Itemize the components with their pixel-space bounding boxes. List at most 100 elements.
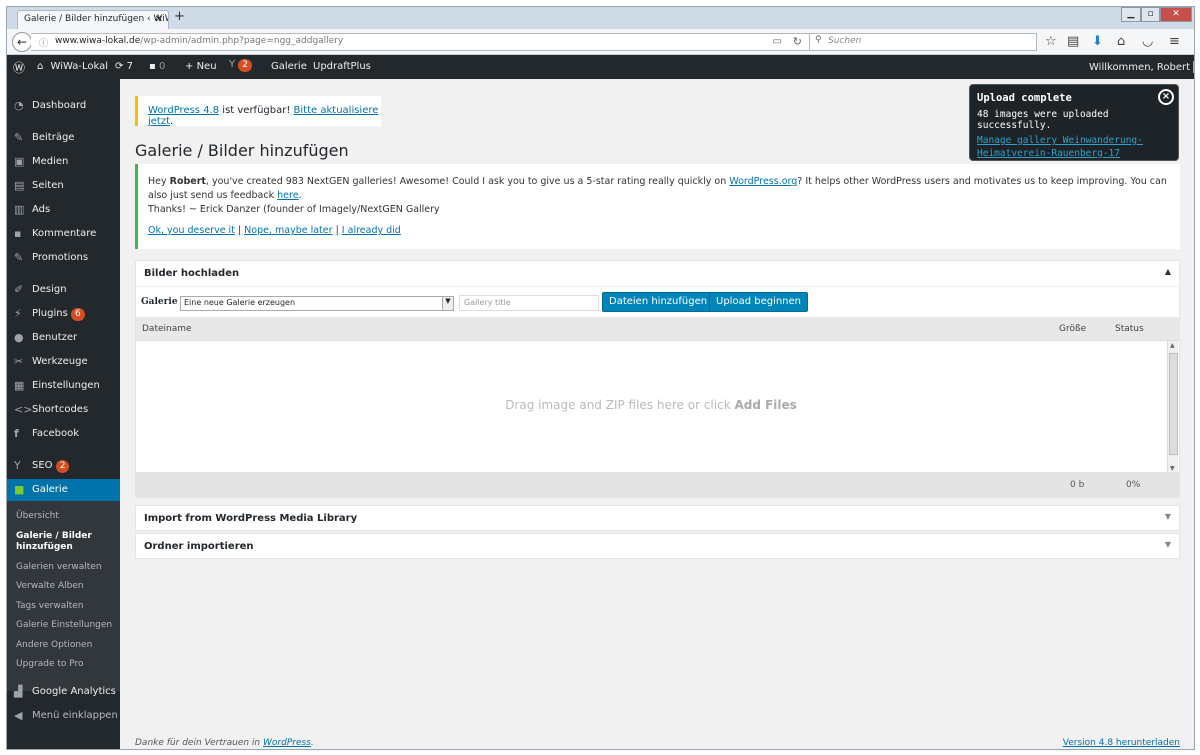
updates-icon: ⟳ xyxy=(115,61,127,72)
sidebar-item-shortcodes[interactable]: <> Shortcodes xyxy=(7,399,120,421)
sidebar-item-dashboard[interactable]: ◔ Dashboard xyxy=(7,95,120,117)
home-icon[interactable]: ⌂ xyxy=(1117,34,1125,50)
import-folder-panel[interactable]: Ordner importieren ▼ xyxy=(135,533,1180,559)
sidebar-item-galerie[interactable]: ■ Galerie xyxy=(7,479,120,501)
total-percent: 0% xyxy=(1126,480,1141,490)
sidebar-item-seo[interactable]: Y SEO 2 xyxy=(7,455,120,477)
start-upload-button[interactable]: Upload beginnen xyxy=(709,292,809,312)
gallery-title-input[interactable]: Gallery title xyxy=(459,295,599,311)
sidebar-item-google-analytics[interactable]: ▟ Google Analytics xyxy=(7,681,120,703)
gallery-select[interactable]: Eine neue Galerie erzeugen ▼ xyxy=(180,296,454,311)
footer-wordpress-link[interactable]: WordPress xyxy=(263,738,311,748)
manage-gallery-link[interactable]: Manage gallery Weinwanderung-Heimatverei… xyxy=(977,134,1147,160)
reader-icon[interactable]: ▭ xyxy=(773,36,782,47)
sidebar-item-werkzeuge[interactable]: ✂ Werkzeuge xyxy=(7,351,120,373)
sidebar-item-beitraege[interactable]: ✎ Beiträge xyxy=(7,127,120,149)
sidebar-item-label: Promotions xyxy=(32,252,89,263)
wordpress-org-link[interactable]: WordPress.org xyxy=(729,176,797,187)
welcome-link[interactable]: Willkommen, Robert xyxy=(1089,61,1194,73)
rate-done-link[interactable]: I already did xyxy=(342,225,401,236)
facebook-icon: f xyxy=(14,427,19,440)
plus-icon: + xyxy=(185,61,197,72)
page-title: Galerie / Bilder hinzufügen xyxy=(135,141,349,160)
sidebar-item-seiten[interactable]: ▤ Seiten xyxy=(7,175,120,197)
import-media-panel[interactable]: Import from WordPress Media Library ▼ xyxy=(135,505,1180,531)
new-tab-icon[interactable]: + xyxy=(174,9,185,24)
sidebar-collapse[interactable]: ◀ Menü einklappen xyxy=(7,705,120,727)
collapse-up-icon[interactable]: ▲ xyxy=(1165,267,1171,276)
tab-close-icon[interactable]: ✕ xyxy=(155,14,163,25)
download-icon[interactable]: ⬇ xyxy=(1092,34,1103,50)
sidebar-item-einstellungen[interactable]: ▦ Einstellungen xyxy=(7,375,120,397)
feedback-here-link[interactable]: here xyxy=(277,190,298,201)
scroll-up-icon[interactable]: ▲ xyxy=(1170,342,1175,349)
submenu-item[interactable]: Verwalte Alben xyxy=(16,581,84,591)
file-table-header: Dateiname Größe Status xyxy=(136,317,1179,340)
expand-down-icon[interactable]: ▼ xyxy=(1165,512,1171,521)
scroll-down-icon[interactable]: ▼ xyxy=(1170,465,1175,472)
wp-version-link[interactable]: WordPress 4.8 xyxy=(148,105,219,116)
maximize-icon[interactable]: ▫ xyxy=(1141,7,1160,22)
home-icon: ⌂ xyxy=(37,61,47,72)
sidebar-item-design[interactable]: ✐ Design xyxy=(7,279,120,301)
minimize-icon[interactable]: ▁ xyxy=(1121,7,1141,22)
sidebar-item-label: Facebook xyxy=(32,428,79,439)
submenu-item[interactable]: Tags verwalten xyxy=(16,601,84,611)
reload-icon[interactable]: ↻ xyxy=(793,35,802,48)
new-content-link[interactable]: + Neu xyxy=(185,61,217,72)
drop-zone[interactable]: Drag image and ZIP files here or click A… xyxy=(136,340,1179,473)
add-files-link[interactable]: Add Files xyxy=(734,398,796,412)
sidebar-item-benutzer[interactable]: ● Benutzer xyxy=(7,327,120,349)
welcome-text: Willkommen, Robert xyxy=(1089,62,1191,73)
expand-down-icon[interactable]: ▼ xyxy=(1165,540,1171,549)
submenu-item[interactable]: Galerie Einstellungen xyxy=(16,620,112,630)
import-media-header[interactable]: Import from WordPress Media Library xyxy=(144,513,357,524)
updates-link[interactable]: ⟳ 7 xyxy=(115,61,133,72)
url-bar[interactable]: ⓘ www.wiwa-lokal.de/wp-admin/admin.php?p… xyxy=(31,33,811,51)
site-name-link[interactable]: ⌂ WiWa-Lokal xyxy=(37,61,108,72)
info-icon[interactable]: ⓘ xyxy=(39,36,48,49)
bookmark-star-icon[interactable]: ☆ xyxy=(1045,34,1057,50)
browser-tab[interactable]: Galerie / Bilder hinzufügen ‹ WiW ✕ xyxy=(17,10,169,29)
sidebar-item-kommentare[interactable]: ▪ Kommentare xyxy=(7,223,120,245)
submenu-item[interactable]: Upgrade to Pro xyxy=(16,659,84,669)
close-window-icon[interactable]: ✕ xyxy=(1160,7,1192,22)
submenu-item-current[interactable]: Galerie / Bilder hinzufügen xyxy=(16,531,106,553)
comments-link[interactable]: ▪ 0 xyxy=(149,61,165,72)
rate-later-link[interactable]: Nope, maybe later xyxy=(244,225,332,236)
sidebar-item-plugins[interactable]: ⚡ Plugins 6 xyxy=(7,303,120,325)
upload-panel-header[interactable]: Bilder hochladen xyxy=(144,268,239,279)
updates-count: 7 xyxy=(126,61,133,72)
download-version-link[interactable]: Version 4.8 herunterladen xyxy=(1063,738,1180,748)
import-folder-header[interactable]: Ordner importieren xyxy=(144,541,254,552)
seo-badge: 2 xyxy=(55,460,70,473)
add-files-button[interactable]: Dateien hinzufügen xyxy=(602,292,715,312)
site-name: WiWa-Lokal xyxy=(50,61,108,72)
submenu-item[interactable]: Andere Optionen xyxy=(16,640,92,650)
avatar xyxy=(1193,61,1194,73)
galerie-link[interactable]: Galerie xyxy=(271,61,307,72)
scroll-thumb[interactable] xyxy=(1169,353,1178,455)
submenu-item[interactable]: Galerien verwalten xyxy=(16,562,102,572)
sidebar-item-ads[interactable]: ▥ Ads xyxy=(7,199,120,221)
notice-end: . xyxy=(170,116,174,127)
gallery-icon: ■ xyxy=(14,483,25,496)
pocket-icon[interactable]: ◡ xyxy=(1142,34,1153,50)
sidebar-item-promotions[interactable]: ✎ Promotions xyxy=(7,247,120,269)
updraftplus-link[interactable]: UpdraftPlus xyxy=(313,61,371,72)
search-input[interactable]: ⚲ Suchen xyxy=(809,33,1037,51)
rating-mid: , you've created 983 NextGEN galleries! … xyxy=(205,176,730,187)
bookmarks-list-icon[interactable]: ▤ xyxy=(1067,34,1079,50)
col-size: Größe xyxy=(1059,324,1087,334)
menu-icon[interactable]: ≡ xyxy=(1169,34,1180,50)
wordpress-logo-icon[interactable]: Ⓦ xyxy=(13,59,25,76)
back-icon[interactable]: ← xyxy=(12,32,32,52)
toast-title: Upload complete xyxy=(977,92,1072,104)
submenu-item[interactable]: Übersicht xyxy=(16,511,59,521)
rate-ok-link[interactable]: Ok, you deserve it xyxy=(148,225,235,236)
drop-zone-scrollbar[interactable]: ▲ ▼ xyxy=(1167,341,1178,473)
sidebar-item-facebook[interactable]: f Facebook xyxy=(7,423,120,445)
seo-link[interactable]: Y 2 xyxy=(229,59,253,72)
close-icon[interactable]: × xyxy=(1158,89,1174,105)
sidebar-item-medien[interactable]: ▣ Medien xyxy=(7,151,120,173)
